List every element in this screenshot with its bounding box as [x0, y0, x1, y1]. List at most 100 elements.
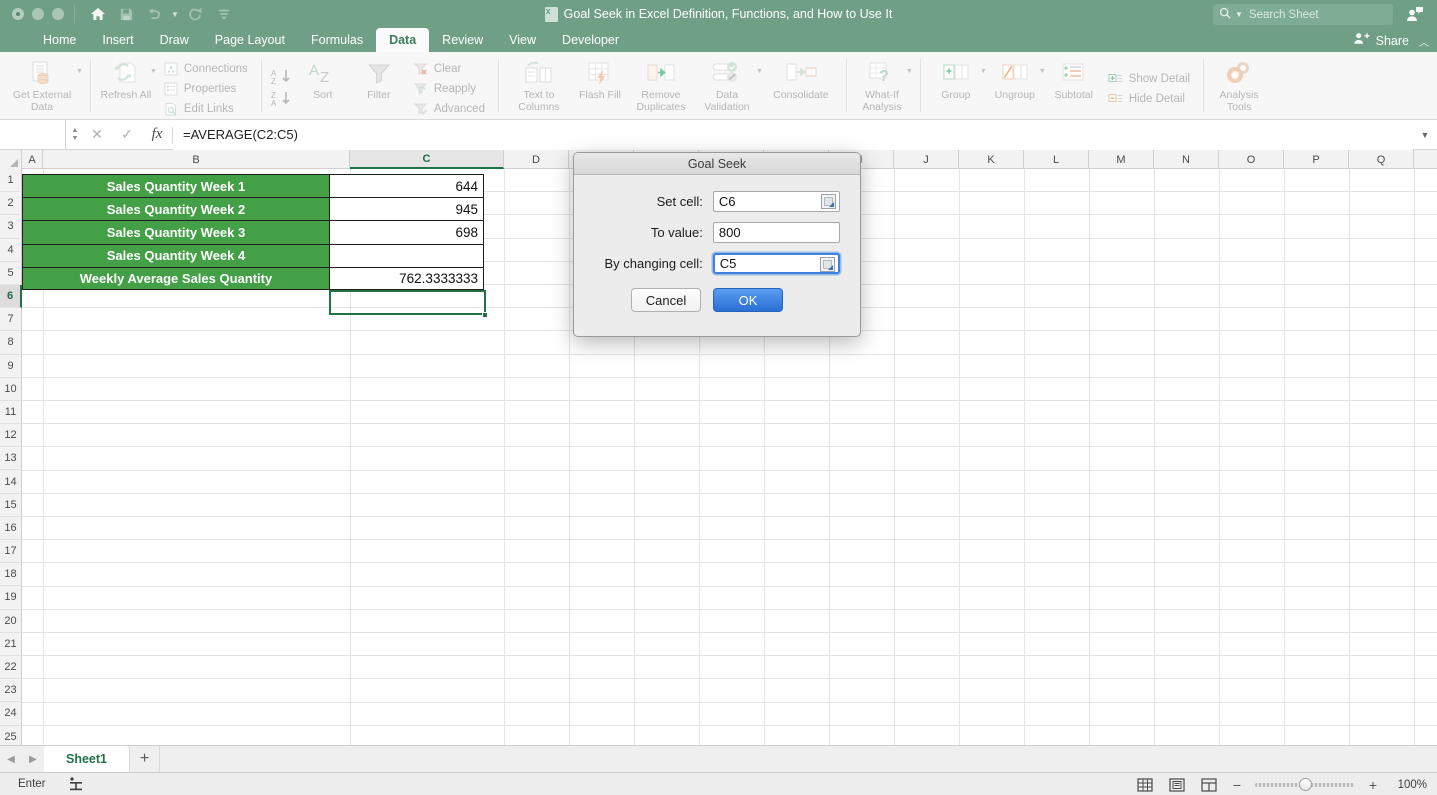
cell-B3[interactable]: Sales Quantity Week 2 — [22, 197, 329, 221]
to-value-input[interactable] — [713, 225, 839, 240]
flash-fill-button[interactable]: Flash Fill — [572, 52, 628, 119]
save-icon[interactable] — [113, 2, 139, 26]
show-detail-button[interactable]: Show Detail — [1104, 70, 1194, 88]
customize-toolbar-icon[interactable] — [211, 2, 237, 26]
redo-icon[interactable] — [183, 2, 209, 26]
row-header-7[interactable]: 7 — [0, 308, 22, 332]
zoom-slider[interactable] — [1255, 778, 1355, 792]
tab-draw[interactable]: Draw — [147, 28, 202, 52]
get-external-data-button[interactable]: Get External Data — [4, 52, 80, 113]
expand-formula-bar-icon[interactable]: ▼ — [1413, 130, 1437, 140]
by-changing-cell-field[interactable] — [712, 253, 840, 274]
zoom-in-button[interactable]: + — [1367, 777, 1379, 793]
normal-view-icon[interactable] — [1135, 777, 1155, 793]
select-all-corner[interactable] — [0, 150, 22, 169]
confirm-formula-icon[interactable]: ✓ — [112, 120, 142, 150]
table-row[interactable]: Sales Quantity Week 1 644 — [22, 174, 484, 198]
row-header-3[interactable]: 3 — [0, 215, 22, 239]
column-header-K[interactable]: K — [959, 150, 1024, 169]
range-picker-icon[interactable] — [821, 194, 836, 209]
add-sheet-button[interactable]: + — [130, 746, 160, 772]
ok-button[interactable]: OK — [713, 288, 783, 312]
filter-button[interactable]: Filter — [351, 52, 407, 119]
chevron-down-icon[interactable]: ▼ — [756, 52, 763, 75]
accessibility-icon[interactable] — [68, 776, 84, 792]
row-header-16[interactable]: 16 — [0, 516, 22, 540]
what-if-analysis-button[interactable]: ? What-If Analysis — [854, 52, 910, 113]
sheet-tab-sheet1[interactable]: Sheet1 — [44, 746, 130, 772]
fill-handle[interactable] — [482, 312, 488, 318]
tab-data[interactable]: Data — [376, 28, 430, 52]
sort-button[interactable]: AZ Sort — [295, 52, 351, 119]
search-box[interactable]: ▼ — [1213, 4, 1393, 25]
close-button[interactable] — [12, 8, 24, 20]
row-header-4[interactable]: 4 — [0, 238, 22, 262]
row-header-8[interactable]: 8 — [0, 331, 22, 355]
page-break-preview-icon[interactable] — [1199, 777, 1219, 793]
reapply-button[interactable]: Reapply — [409, 80, 489, 98]
tab-developer[interactable]: Developer — [549, 28, 632, 52]
row-header-18[interactable]: 18 — [0, 563, 22, 587]
column-header-C[interactable]: C — [350, 150, 504, 169]
edit-links-button[interactable]: Edit Links — [159, 100, 252, 118]
connections-button[interactable]: Connections — [159, 60, 252, 78]
row-header-5[interactable]: 5 — [0, 261, 22, 285]
table-row[interactable]: Sales Quantity Week 4 — [22, 243, 484, 267]
advanced-button[interactable]: Advanced — [409, 100, 489, 118]
properties-button[interactable]: Properties — [159, 80, 252, 98]
row-header-1[interactable]: 1 — [0, 169, 22, 193]
column-header-Q[interactable]: Q — [1349, 150, 1414, 169]
range-picker-icon[interactable] — [820, 257, 835, 272]
undo-icon[interactable] — [141, 2, 167, 26]
row-header-19[interactable]: 19 — [0, 586, 22, 610]
cancel-button[interactable]: Cancel — [631, 288, 701, 312]
row-header-6[interactable]: 6 — [0, 284, 22, 309]
tab-review[interactable]: Review — [429, 28, 496, 52]
hide-detail-button[interactable]: Hide Detail — [1104, 90, 1194, 108]
consolidate-button[interactable]: Consolidate — [763, 52, 839, 119]
column-header-J[interactable]: J — [894, 150, 959, 169]
name-box[interactable] — [0, 119, 66, 150]
data-validation-button[interactable]: Data Validation — [694, 52, 760, 113]
row-header-24[interactable]: 24 — [0, 702, 22, 726]
row-header-11[interactable]: 11 — [0, 400, 22, 425]
account-comment-icon[interactable] — [1401, 3, 1429, 25]
tab-home[interactable]: Home — [30, 28, 89, 52]
chevron-down-icon[interactable]: ▼ — [1039, 52, 1046, 75]
chevron-down-icon[interactable]: ▼ — [76, 52, 83, 75]
previous-sheet-icon[interactable]: ◀ — [0, 746, 22, 772]
tab-insert[interactable]: Insert — [89, 28, 146, 52]
chevron-up-icon[interactable]: ︿ — [1415, 34, 1429, 49]
column-header-D[interactable]: D — [504, 150, 569, 169]
cancel-formula-icon[interactable]: ✕ — [82, 120, 112, 150]
row-header-2[interactable]: 2 — [0, 192, 22, 216]
sort-descending-button[interactable]: ZA — [269, 88, 295, 110]
row-header-23[interactable]: 23 — [0, 679, 22, 703]
cell-C4[interactable]: 698 — [329, 220, 484, 244]
zoom-slider-knob[interactable] — [1299, 778, 1312, 791]
row-header-25[interactable]: 25 — [0, 725, 22, 745]
column-header-P[interactable]: P — [1284, 150, 1349, 169]
share-label[interactable]: Share — [1376, 34, 1409, 48]
group-button[interactable]: Group — [928, 52, 984, 102]
tab-page-layout[interactable]: Page Layout — [202, 28, 298, 52]
name-box-spinner[interactable]: ▲ ▼ — [68, 127, 82, 142]
zoom-out-button[interactable]: − — [1231, 777, 1243, 793]
analysis-tools-button[interactable]: Analysis Tools — [1211, 52, 1267, 119]
column-header-B[interactable]: B — [43, 150, 350, 169]
subtotal-button[interactable]: Subtotal — [1046, 52, 1102, 119]
ungroup-button[interactable]: Ungroup — [987, 52, 1043, 102]
table-row[interactable]: Sales Quantity Week 2 945 — [22, 197, 484, 221]
maximize-button[interactable] — [52, 8, 64, 20]
next-sheet-icon[interactable]: ▶ — [22, 746, 44, 772]
column-header-N[interactable]: N — [1154, 150, 1219, 169]
row-header-12[interactable]: 12 — [0, 424, 22, 448]
cell-C3[interactable]: 945 — [329, 197, 484, 221]
cell-C6[interactable]: 762.3333333 — [329, 266, 484, 290]
remove-duplicates-button[interactable]: Remove Duplicates — [628, 52, 694, 119]
table-row[interactable]: Weekly Average Sales Quantity 762.333333… — [22, 266, 484, 290]
text-to-columns-button[interactable]: Text to Columns — [506, 52, 572, 119]
column-header-M[interactable]: M — [1089, 150, 1154, 169]
cell-C5[interactable] — [329, 243, 484, 267]
clear-button[interactable]: Clear — [409, 60, 489, 78]
